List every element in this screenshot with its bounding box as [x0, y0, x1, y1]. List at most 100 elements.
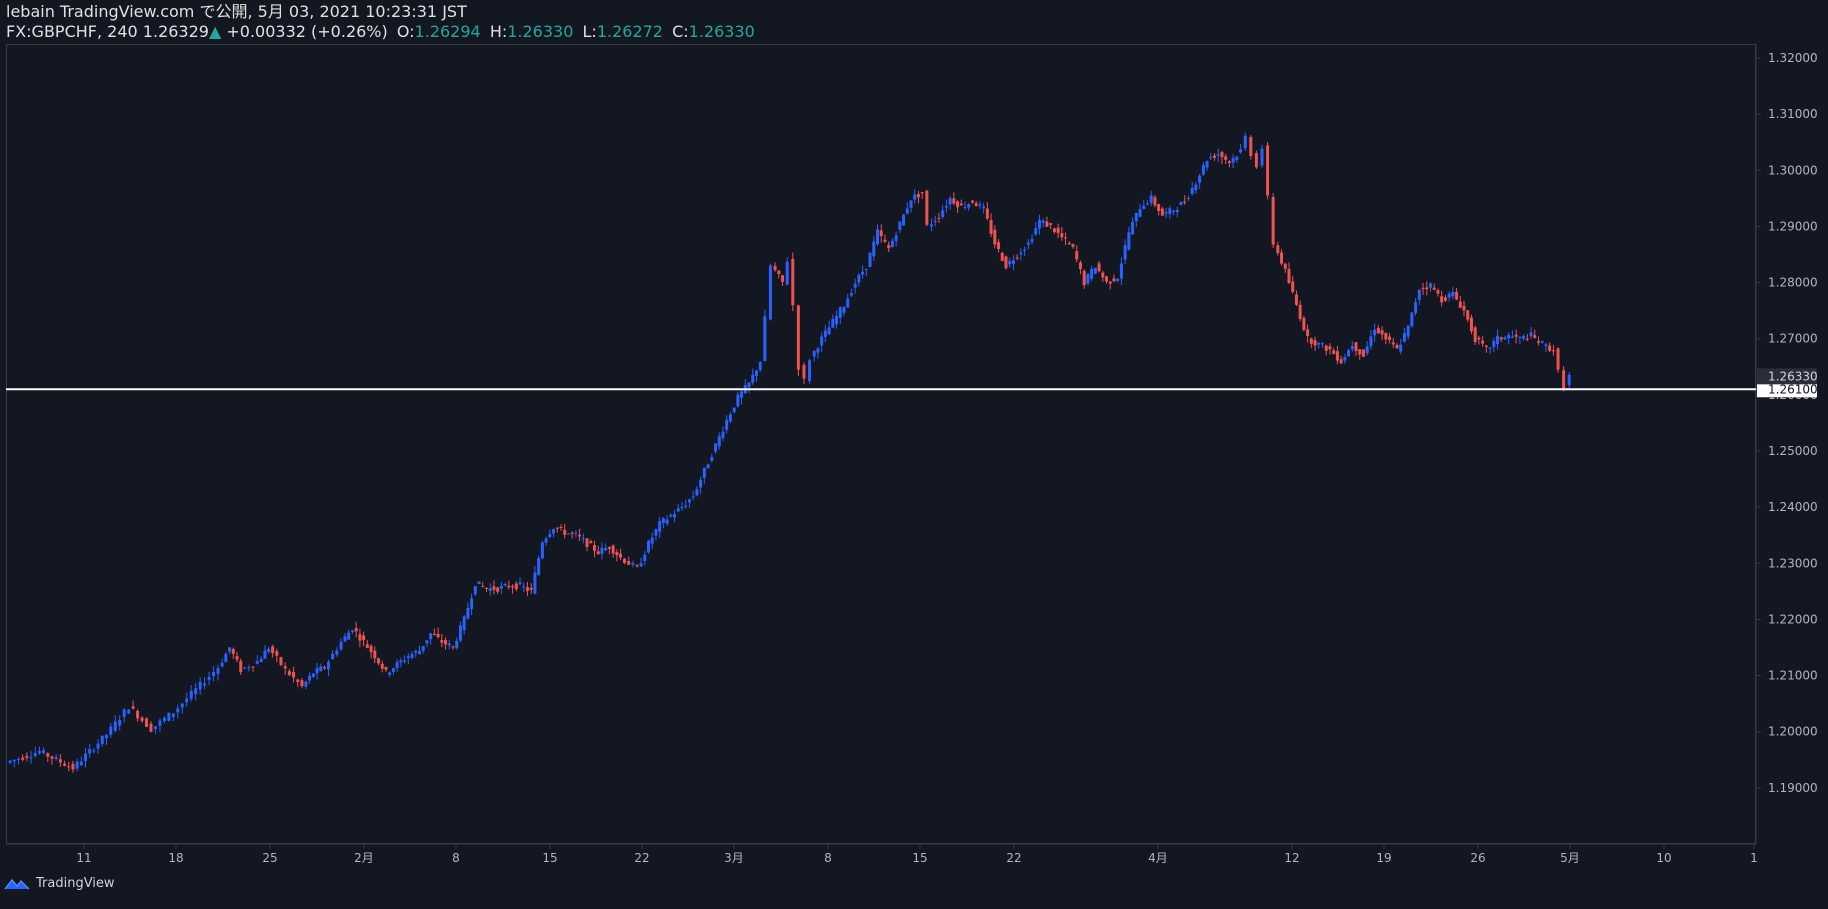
candle-body	[462, 616, 466, 631]
candle-body	[1011, 260, 1015, 264]
candle-body	[263, 650, 267, 659]
candle-body	[1294, 294, 1298, 305]
candle-body	[559, 526, 563, 528]
candle-body	[507, 585, 511, 588]
candle-body	[92, 750, 96, 752]
candle-body	[347, 632, 351, 640]
candle-body	[447, 643, 451, 646]
candle-body	[1343, 357, 1347, 361]
candle-body	[725, 419, 729, 430]
candle-body	[654, 529, 658, 536]
candle-body	[552, 529, 556, 534]
candle-body	[993, 229, 997, 245]
price-chart-svg[interactable]: 1.32000 1.31000 1.30000 1.29000 1.28000 1.270…	[0, 0, 1828, 909]
candle-body	[432, 633, 436, 635]
candle-body	[180, 703, 184, 708]
candle-body	[1019, 252, 1023, 255]
candle-body	[631, 563, 635, 565]
candle-body	[71, 763, 75, 770]
candle-body	[872, 241, 876, 257]
candle-body	[239, 660, 243, 673]
x-tick-label: 2月	[354, 851, 374, 865]
candle-body	[1190, 188, 1194, 194]
candle-body	[533, 572, 537, 594]
candle-body	[1101, 272, 1105, 278]
candle-body	[740, 391, 744, 398]
candle-body	[529, 587, 533, 590]
candle-body	[1339, 359, 1343, 364]
candle-body	[466, 607, 470, 619]
x-tick-label: 22	[634, 851, 649, 865]
candle-body	[1324, 345, 1328, 351]
candle-body	[1432, 287, 1436, 290]
candle-body	[267, 648, 271, 653]
candle-body	[63, 763, 67, 766]
candle-body	[1477, 337, 1481, 340]
candle-body	[127, 709, 131, 714]
candle-body	[194, 688, 198, 695]
candle-body	[1093, 267, 1097, 274]
candle-body	[185, 698, 189, 703]
candle-body	[944, 206, 948, 208]
candle-body	[153, 726, 157, 730]
candle-body	[754, 370, 758, 377]
candle-body	[823, 330, 827, 337]
candle-body	[1522, 336, 1526, 339]
candle-body	[247, 667, 251, 669]
candle-body	[1302, 318, 1306, 330]
tradingview-logo-icon	[4, 878, 30, 889]
candle-body	[909, 200, 913, 208]
candle-body	[522, 586, 526, 588]
candle-body	[751, 374, 755, 383]
candle-body	[1142, 205, 1146, 210]
candle-body	[773, 265, 777, 271]
candle-body	[555, 527, 559, 529]
candle-body	[29, 757, 33, 759]
candle-body	[212, 672, 216, 677]
candle-body	[646, 540, 650, 553]
candle-body	[8, 760, 12, 763]
footer: TradingView	[4, 876, 115, 891]
candle-body	[1481, 340, 1485, 344]
candle-body	[511, 586, 515, 588]
x-tick-label: 12	[1284, 851, 1299, 865]
x-tick-label: 25	[262, 851, 277, 865]
candle-body	[1149, 195, 1153, 203]
candle-body	[676, 508, 680, 512]
y-tick-label: 1.24000	[1768, 500, 1818, 514]
candle-body	[525, 587, 529, 591]
candle-body	[879, 230, 883, 237]
candle-body	[458, 625, 462, 641]
x-tick-label: 22	[1006, 851, 1021, 865]
candle-body	[388, 672, 392, 675]
candle-body	[1004, 256, 1008, 269]
candle-body	[1194, 184, 1198, 191]
x-tick-label: 8	[824, 851, 832, 865]
candle-body	[1216, 154, 1220, 156]
candle-body	[1533, 335, 1537, 338]
candle-body	[710, 457, 714, 461]
x-tick-label: 11	[76, 851, 91, 865]
candle-body	[589, 541, 593, 544]
candle-body	[600, 547, 604, 554]
candle-body	[1026, 242, 1030, 245]
candle-body	[259, 658, 263, 663]
candle-body	[827, 327, 831, 335]
candle-body	[902, 214, 906, 226]
candle-body	[231, 649, 235, 654]
candle-body	[905, 208, 909, 214]
candle-body	[315, 668, 319, 674]
tradingview-brand[interactable]: TradingView	[36, 876, 115, 891]
candle-body	[1417, 289, 1421, 300]
candle-body	[861, 271, 865, 275]
candle-body	[661, 518, 665, 524]
candle-body	[1514, 334, 1518, 337]
candle-body	[997, 242, 1001, 249]
candle-body	[343, 636, 347, 642]
candle-body	[440, 640, 444, 643]
candle-body	[1276, 245, 1280, 254]
candle-body	[145, 718, 149, 727]
candle-body	[1119, 263, 1123, 279]
candle-body	[162, 717, 166, 722]
candle-body	[1428, 283, 1432, 288]
